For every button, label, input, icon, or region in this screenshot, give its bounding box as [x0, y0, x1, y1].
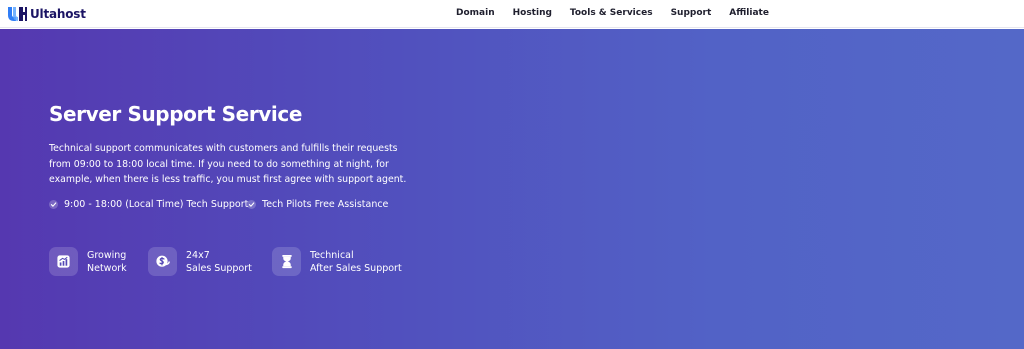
nav-item-affiliate[interactable]: Affiliate [729, 8, 769, 18]
nav-item-support[interactable]: Support [671, 8, 712, 18]
nav-item-tools-services[interactable]: Tools & Services [570, 8, 653, 18]
ultahost-logo-icon [8, 7, 27, 21]
feature-text: Growing Network [87, 249, 127, 275]
main-nav: Domain Hosting Tools & Services Support … [456, 0, 787, 26]
check-icon [247, 200, 256, 209]
feature-text: 24x7 Sales Support [186, 249, 252, 275]
feature-subtitle: Network [87, 262, 127, 274]
feature-subtitle: After Sales Support [310, 262, 402, 274]
check-item-free-assistance: Tech Pilots Free Assistance [247, 199, 388, 210]
feature-after-sales-support: Technical After Sales Support [272, 247, 402, 276]
feature-growing-network: Growing Network [49, 247, 127, 276]
brand-logo[interactable]: Ultahost [6, 4, 86, 24]
hero-description: Technical support communicates with cust… [49, 143, 407, 185]
check-icon [49, 200, 58, 209]
brand-name: Ultahost [30, 7, 86, 21]
top-navbar: Ultahost Domain Hosting Tools & Services… [0, 0, 1024, 28]
hourglass-icon [272, 247, 301, 276]
feature-title: 24x7 [186, 249, 210, 261]
dollar-coin-icon [148, 247, 177, 276]
feature-title: Technical [310, 249, 354, 261]
chart-growth-icon [49, 247, 78, 276]
nav-item-domain[interactable]: Domain [456, 8, 495, 18]
feature-title: Growing [87, 249, 127, 261]
feature-text: Technical After Sales Support [310, 249, 402, 275]
hero-banner: Server Support Service Technical support… [0, 29, 1024, 349]
check-label: 9:00 - 18:00 (Local Time) Tech Support [64, 199, 249, 210]
feature-subtitle: Sales Support [186, 262, 252, 274]
check-item-tech-support: 9:00 - 18:00 (Local Time) Tech Support [49, 199, 248, 210]
feature-sales-support: 24x7 Sales Support [148, 247, 252, 276]
page-title: Server Support Service [49, 102, 303, 126]
nav-item-hosting[interactable]: Hosting [513, 8, 552, 18]
check-label: Tech Pilots Free Assistance [262, 199, 389, 210]
